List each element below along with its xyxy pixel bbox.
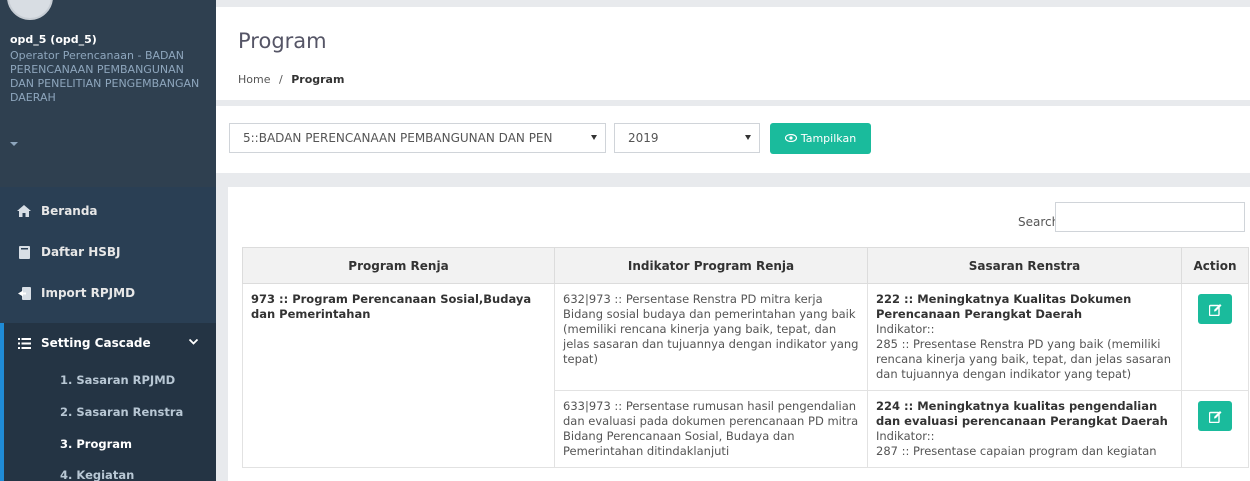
nav-label: Beranda [41,204,98,218]
program-cell: 973 :: Program Perencanaan Sosial,Budaya… [242,283,555,468]
sasaran-indikator: 285 :: Presentase Renstra PD yang baik (… [876,337,1171,381]
table-panel: Search: Program Renja Indikator Program … [228,187,1250,481]
nav-daftar-hsbj[interactable]: Daftar HSBJ [0,232,216,272]
nav-label: Import RPJMD [41,286,136,300]
sasaran-indikator-label: Indikator:: [876,322,935,336]
edit-button[interactable] [1198,294,1232,324]
column-header[interactable]: Action [1181,247,1249,284]
chevron-down-icon [188,335,199,348]
tampilkan-button[interactable]: Tampilkan [770,123,871,154]
avatar [7,0,53,20]
edit-button[interactable] [1198,401,1232,431]
year-select[interactable]: 2019 [614,123,760,153]
book-icon [15,245,33,259]
submenu-kegiatan[interactable]: 4. Kegiatan [60,468,134,481]
nav-import-rpjmd[interactable]: Import RPJMD [0,273,216,313]
filter-bar: 5::BADAN PERENCANAAN PEMBANGUNAN DAN PEN… [216,106,1250,173]
breadcrumb: Home / Program [238,73,344,86]
user-role: Operator Perencanaan - BADAN PERENCANAAN… [10,49,200,104]
sasaran-title: 222 :: Meningkatnya Kualitas Dokumen Per… [876,292,1132,321]
column-header[interactable]: Program Renja [242,247,555,284]
nav-setting-cascade[interactable]: Setting Cascade [0,323,216,363]
table-row: 973 :: Program Perencanaan Sosial,Budaya… [242,283,1249,468]
main-content: Program Home / Program 5::BADAN PERENCAN… [216,0,1250,481]
breadcrumb-home[interactable]: Home [238,73,270,86]
edit-icon [1208,410,1221,423]
nav-beranda[interactable]: Beranda [0,191,216,231]
submenu-sasaran-renstra[interactable]: 2. Sasaran Renstra [60,405,183,419]
import-icon [15,286,33,300]
nav-label: Daftar HSBJ [41,245,121,259]
sasaran-cell: 224 :: Meningkatnya kualitas pengendalia… [867,390,1182,468]
sasaran-cell: 222 :: Meningkatnya Kualitas Dokumen Per… [867,283,1182,391]
breadcrumb-current: Program [291,73,345,86]
column-header[interactable]: Indikator Program Renja [554,247,868,284]
action-cell [1181,283,1249,391]
select-arrow-icon [745,135,751,140]
search-input[interactable] [1055,202,1245,232]
nav-label: Setting Cascade [41,336,151,350]
sidebar: opd_5 (opd_5) Operator Perencanaan - BAD… [0,0,216,481]
user-name: opd_5 (opd_5) [10,33,97,46]
submenu-program[interactable]: 3. Program [60,437,132,451]
program-table: Program Renja Indikator Program Renja Sa… [242,247,1249,468]
sasaran-title: 224 :: Meningkatnya kualitas pengendalia… [876,399,1168,428]
eye-icon [784,132,797,145]
list-icon [15,337,33,349]
submenu-sasaran-rpjmd[interactable]: 1. Sasaran RPJMD [60,373,175,387]
tampilkan-label: Tampilkan [800,132,857,145]
edit-icon [1208,303,1221,316]
opd-select[interactable]: 5::BADAN PERENCANAAN PEMBANGUNAN DAN PEN [229,123,606,153]
indikator-cell: 632|973 :: Persentase Renstra PD mitra k… [554,283,868,391]
table-header-row: Program Renja Indikator Program Renja Sa… [242,247,1249,284]
home-icon [15,205,33,217]
page-title: Program [238,29,327,53]
column-header[interactable]: Sasaran Renstra [867,247,1182,284]
sasaran-indikator-label: Indikator:: [876,429,935,443]
action-cell [1181,390,1249,468]
select-arrow-icon [591,135,597,140]
opd-select-value: 5::BADAN PERENCANAAN PEMBANGUNAN DAN PEN [243,131,553,145]
profile-panel: opd_5 (opd_5) Operator Perencanaan - BAD… [0,0,216,187]
breadcrumb-separator: / [278,73,283,86]
page-header: Program Home / Program [216,7,1250,100]
cascade-submenu: 1. Sasaran RPJMD 2. Sasaran Renstra 3. P… [0,363,216,481]
sasaran-indikator: 287 :: Presentase capaian program dan ke… [876,444,1157,458]
indikator-cell: 633|973 :: Persentase rumusan hasil peng… [554,390,868,468]
profile-caret-icon[interactable] [10,142,18,146]
year-select-value: 2019 [628,131,659,145]
